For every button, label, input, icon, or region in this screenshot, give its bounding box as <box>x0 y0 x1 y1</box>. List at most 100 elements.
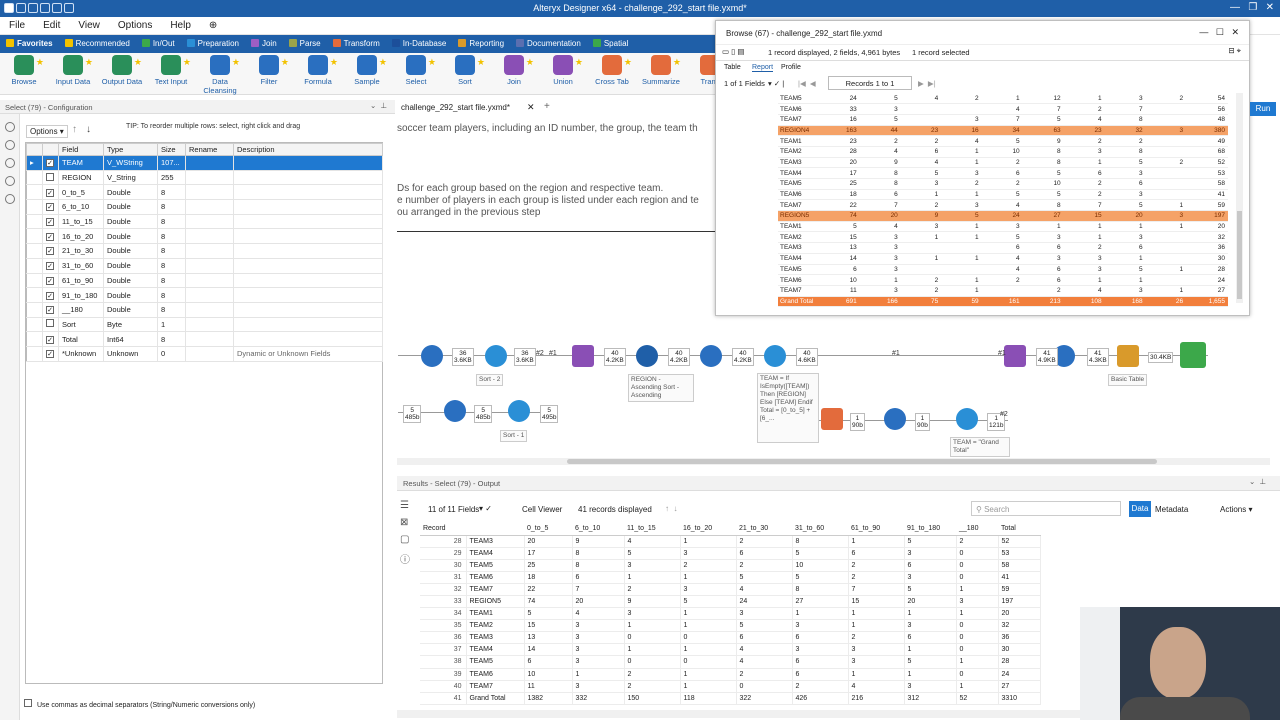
results-cell[interactable]: TEAM4 <box>466 643 525 657</box>
favorite-star-icon[interactable]: ★ <box>575 57 583 68</box>
results-cell[interactable]: 5 <box>904 655 957 669</box>
field-size[interactable]: 8 <box>157 228 186 245</box>
results-cell[interactable]: 1 <box>848 619 905 633</box>
favorite-star-icon[interactable]: ★ <box>85 57 93 68</box>
results-cell[interactable]: 1382 <box>524 692 573 705</box>
record-number[interactable]: 28 <box>420 535 467 548</box>
ribbon-tab-5[interactable]: Parse <box>283 35 327 48</box>
col-rename[interactable]: Rename <box>185 143 234 156</box>
options-dropdown[interactable]: Options ▾ <box>26 125 68 138</box>
results-cell[interactable]: 3 <box>572 655 625 669</box>
results-cell[interactable]: 20 <box>998 607 1041 621</box>
fields-dropdown-icon[interactable]: ▾ ✓ <box>479 504 492 513</box>
results-cell[interactable]: 1 <box>956 680 999 693</box>
field-size[interactable]: 8 <box>157 243 186 259</box>
field-description[interactable] <box>233 199 383 215</box>
results-col-header[interactable]: 21_to_30 <box>736 523 792 536</box>
up-down-icon[interactable]: ↑ ↓ <box>665 504 677 513</box>
results-cell[interactable]: TEAM7 <box>466 680 525 693</box>
results-cell[interactable]: 5 <box>792 571 849 584</box>
results-cell[interactable]: TEAM3 <box>466 535 525 548</box>
results-cell[interactable]: 6 <box>904 631 957 645</box>
tool-sort[interactable]: ★ Sort <box>442 55 488 86</box>
results-cell[interactable]: 1 <box>848 607 905 621</box>
records-label[interactable]: Records 1 to 1 <box>828 76 912 90</box>
record-number[interactable]: 35 <box>420 619 467 633</box>
results-cell[interactable]: 5 <box>904 583 957 596</box>
record-number[interactable]: 41 <box>420 692 467 705</box>
tool-input-data[interactable]: ★ Input Data <box>50 55 96 86</box>
new-tab-icon[interactable]: + <box>544 101 550 112</box>
settings-icon[interactable] <box>5 122 15 132</box>
field-size[interactable]: 1 <box>157 317 186 333</box>
col-description[interactable]: Description <box>233 143 383 156</box>
field-type[interactable]: Double <box>103 287 158 303</box>
results-cell[interactable]: 4 <box>848 680 905 693</box>
results-cell[interactable]: 1 <box>680 607 737 621</box>
results-cell[interactable]: 0 <box>956 547 999 560</box>
ribbon-tab-1[interactable]: Recommended <box>59 35 136 48</box>
table-row[interactable]: 31 TEAM6 18 6 1 1 5 5 2 3 0 41 <box>420 571 1041 584</box>
field-field[interactable]: Sort <box>58 317 104 333</box>
field-description[interactable] <box>233 214 383 230</box>
results-cell[interactable]: 2 <box>624 680 681 693</box>
results-cell[interactable]: 2 <box>624 668 681 681</box>
results-cell[interactable]: 0 <box>956 631 999 645</box>
results-cell[interactable]: 25 <box>524 559 573 572</box>
ribbon-tab-0[interactable]: Favorites <box>0 35 59 48</box>
results-cell[interactable]: 2 <box>680 559 737 572</box>
field-checkbox[interactable]: ✓ <box>46 188 54 197</box>
results-cell[interactable]: 14 <box>524 643 573 657</box>
results-cell[interactable]: 6 <box>572 571 625 584</box>
comma-option[interactable]: Use commas as decimal separators (String… <box>24 699 255 709</box>
results-col-header[interactable]: 31_to_60 <box>792 523 848 536</box>
results-cell[interactable]: 17 <box>524 547 573 560</box>
results-cell[interactable]: 2 <box>956 535 999 548</box>
cell-viewer-button[interactable]: Cell Viewer <box>522 505 562 514</box>
annotation-icon[interactable] <box>5 140 15 150</box>
field-field[interactable]: __180 <box>58 302 104 318</box>
results-cell[interactable]: 6 <box>792 631 849 645</box>
results-cell[interactable]: 0 <box>736 680 793 693</box>
results-cell[interactable]: 1 <box>680 571 737 584</box>
results-cell[interactable]: 6 <box>736 631 793 645</box>
tab-profile[interactable]: Profile <box>781 64 801 71</box>
record-number[interactable]: 29 <box>420 547 467 560</box>
field-type[interactable]: Double <box>103 273 158 289</box>
help-icon[interactable]: ⓘ <box>400 551 416 566</box>
field-row[interactable]: ✓ 16_to_20 Double 8 <box>26 228 383 245</box>
field-row[interactable]: ✓ 0_to_5 Double 8 <box>26 184 383 201</box>
results-cell[interactable]: 4 <box>736 583 793 596</box>
results-cell[interactable]: 2 <box>736 668 793 681</box>
ribbon-tab-7[interactable]: In-Database <box>386 35 453 48</box>
run-button[interactable]: Run <box>1250 102 1276 116</box>
results-cell[interactable]: TEAM6 <box>466 668 525 681</box>
results-col-header[interactable]: 6_to_10 <box>572 523 624 536</box>
field-type[interactable]: Double <box>103 302 158 318</box>
record-number[interactable]: 33 <box>420 595 467 609</box>
results-cell[interactable]: 27 <box>792 595 849 609</box>
results-cell[interactable]: 0 <box>956 619 999 633</box>
ribbon-tab-3[interactable]: Preparation <box>181 35 245 48</box>
results-cell[interactable]: 9 <box>572 535 625 548</box>
results-cell[interactable]: TEAM5 <box>466 655 525 669</box>
table-row[interactable]: 32 TEAM7 22 7 2 3 4 8 7 5 1 59 <box>420 583 1041 596</box>
field-rename[interactable] <box>185 273 234 289</box>
field-rename[interactable] <box>185 331 234 347</box>
ribbon-tab-2[interactable]: In/Out <box>136 35 181 48</box>
message-icon[interactable]: ▢ <box>400 534 416 545</box>
field-field[interactable]: 91_to_180 <box>58 287 104 303</box>
field-field[interactable]: *Unknown <box>58 346 104 362</box>
field-description[interactable]: Dynamic or Unknown Fields <box>233 346 383 362</box>
results-cell[interactable]: 8 <box>792 583 849 596</box>
menu-options[interactable]: Options <box>109 17 161 31</box>
close-tab-icon[interactable]: ✕ <box>527 102 535 113</box>
results-cell[interactable]: 36 <box>998 631 1041 645</box>
field-rename[interactable] <box>185 184 234 201</box>
results-cell[interactable]: 6 <box>736 547 793 560</box>
field-size[interactable]: 8 <box>157 214 186 230</box>
menu-file[interactable]: File <box>0 17 34 31</box>
results-cell[interactable]: 197 <box>998 595 1041 609</box>
results-cell[interactable]: 1 <box>624 571 681 584</box>
comma-checkbox[interactable] <box>24 699 32 707</box>
